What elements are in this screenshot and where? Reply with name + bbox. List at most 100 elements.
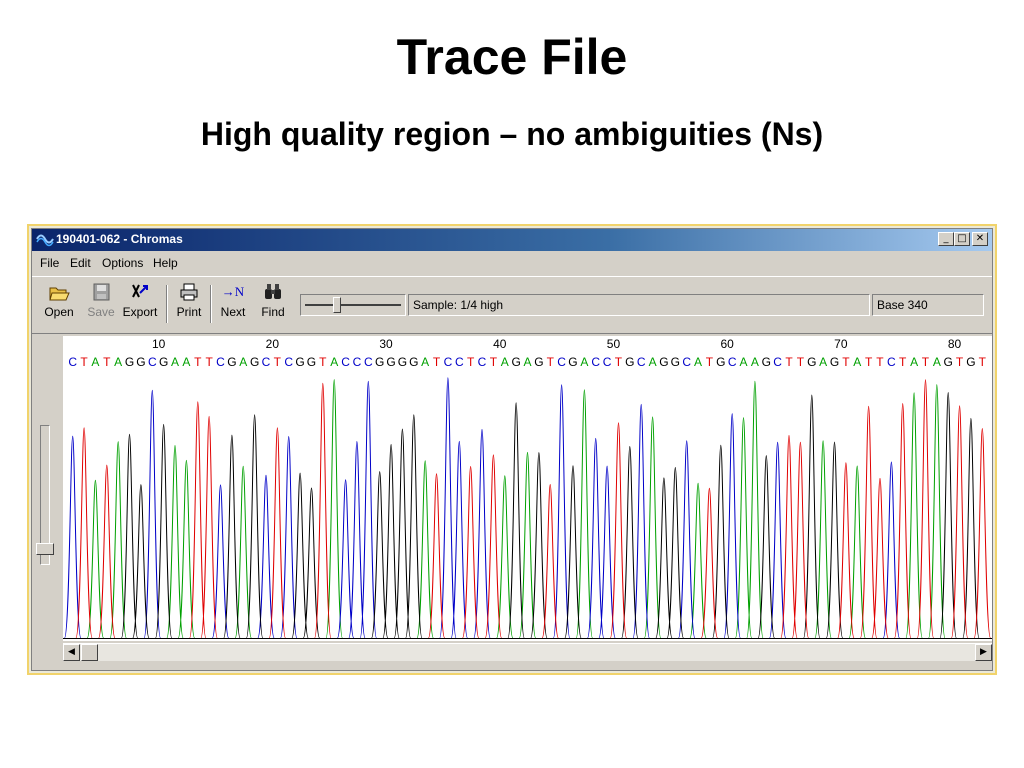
base-call: A [239,355,247,369]
base-call: T [194,355,202,369]
next-n-button[interactable]: →N Next [216,281,250,327]
base-call: C [262,355,271,369]
ruler-number: 30 [379,337,393,351]
base-call: C [603,355,612,369]
chromatogram-view[interactable]: CTATAGGCGAATTCGAGCTCGGTACCCGGGGATCCTCTAG… [63,336,992,641]
vertical-scale-thumb[interactable] [36,543,54,555]
toolbar-separator [210,285,212,323]
base-call: T [319,355,327,369]
base-call: C [591,355,600,369]
base-call: G [159,355,168,369]
base-call: C [773,355,782,369]
base-call: C [455,355,464,369]
chromas-app-icon [36,234,54,247]
base-call: C [682,355,691,369]
base-call: A [171,355,179,369]
base-call: T [706,355,714,369]
base-call: T [274,355,282,369]
base-call: G [398,355,407,369]
save-button[interactable]: Save [84,281,118,327]
base-call: C [557,355,566,369]
base-call: G [716,355,725,369]
base-position-status: Base 340 [872,294,984,316]
base-call: T [103,355,111,369]
export-button[interactable]: Export [120,281,160,327]
toolbar-separator [166,285,168,323]
base-call: C [364,355,373,369]
save-disk-icon [93,283,110,301]
base-call: G [659,355,668,369]
zoom-slider[interactable] [300,294,406,316]
open-button[interactable]: Open [42,281,76,327]
export-icon [132,284,148,298]
base-call: T [615,355,623,369]
scroll-left-button[interactable]: ◀ [63,644,80,661]
base-call: A [91,355,99,369]
minimize-button[interactable]: _ [938,232,954,246]
slide-subtitle: High quality region – no ambiguities (Ns… [200,116,824,152]
base-call: A [114,355,122,369]
base-call: A [694,355,702,369]
menu-options[interactable]: Options [102,256,143,270]
base-call: G [227,355,236,369]
base-call: A [819,355,827,369]
base-call: T [956,355,964,369]
base-call: G [125,355,134,369]
zoom-slider-track [305,304,401,306]
screenshot-frame: 190401-062 - Chromas _ □ ✕ File Edit Opt… [27,224,997,675]
open-folder-icon [49,287,70,301]
toolbar: Open Save Export Print →N Next Find Samp… [32,276,992,334]
base-call: G [386,355,395,369]
base-call: T [433,355,441,369]
slide-title: Trace File [396,29,628,85]
base-call: T [842,355,850,369]
base-call: C [341,355,350,369]
ruler-number: 40 [493,337,507,351]
base-call: A [853,355,861,369]
base-call: T [865,355,873,369]
base-call: G [511,355,520,369]
find-button[interactable]: Find [256,281,290,327]
base-call: G [534,355,543,369]
scroll-right-button[interactable]: ▶ [975,644,992,661]
menu-edit[interactable]: Edit [70,256,91,270]
binoculars-icon [265,284,281,299]
ruler-number: 70 [834,337,848,351]
base-call: G [944,355,953,369]
menu-file[interactable]: File [40,256,59,270]
base-call: G [625,355,634,369]
menu-help[interactable]: Help [153,256,178,270]
vertical-scale-slider[interactable] [36,425,54,565]
trace-t [75,379,991,639]
sample-status: Sample: 1/4 high [408,294,870,316]
base-call: G [136,355,145,369]
base-call: T [490,355,498,369]
horizontal-scrollbar[interactable]: ◀ ▶ [63,643,992,661]
menu-bar: File Edit Options Help [32,251,992,275]
base-call: T [547,355,555,369]
base-call: A [501,355,509,369]
close-button[interactable]: ✕ [972,232,988,246]
base-call: C [353,355,362,369]
base-call: T [876,355,884,369]
printer-icon [180,283,198,301]
base-call: G [830,355,839,369]
base-call: C [284,355,293,369]
base-call: G [671,355,680,369]
base-call: C [68,355,77,369]
title-bar[interactable]: 190401-062 - Chromas _ □ ✕ [32,229,992,251]
base-call: T [979,355,987,369]
chromas-window: 190401-062 - Chromas _ □ ✕ File Edit Opt… [31,228,993,671]
horizontal-scroll-thumb[interactable] [81,644,98,661]
base-call: C [478,355,487,369]
base-call: C [728,355,737,369]
print-button[interactable]: Print [172,281,206,327]
ruler-number: 20 [265,337,280,351]
base-call: G [307,355,316,369]
zoom-slider-thumb[interactable] [333,297,341,313]
maximize-button[interactable]: □ [954,232,970,246]
base-call: A [751,355,759,369]
base-call: A [933,355,941,369]
ruler-number: 10 [151,337,166,351]
base-call: T [80,355,88,369]
